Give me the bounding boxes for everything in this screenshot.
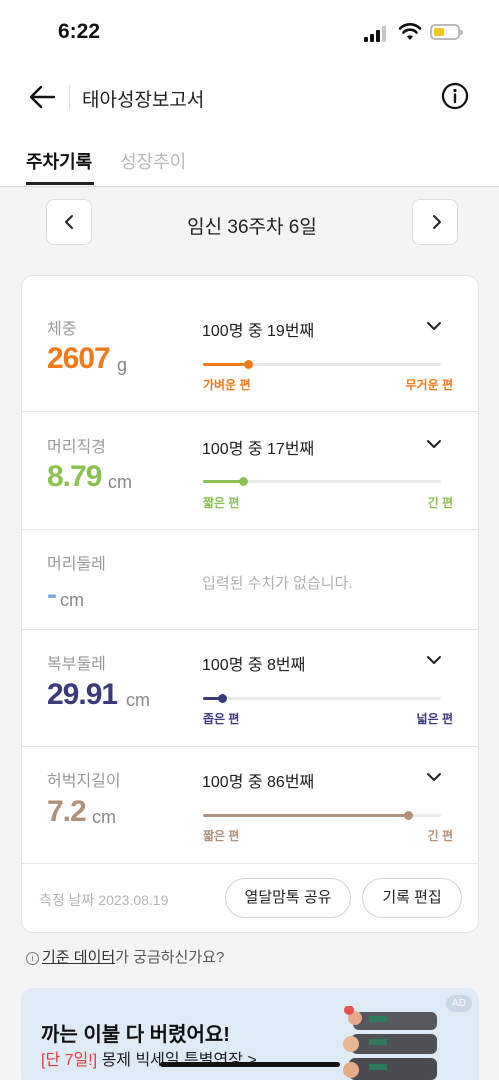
measurement-label: 머리직경 [47, 439, 106, 456]
reference-data-link[interactable]: i 기준 데이터가 궁금하신가요? [26, 946, 224, 967]
edit-record-button[interactable]: 기록 편집 [362, 878, 462, 918]
active-tab-indicator [26, 182, 94, 185]
measurement-label: 복부둘레 [47, 656, 106, 673]
mattress-image [343, 1006, 437, 1080]
scale-low-label: 좁은 편 [203, 712, 240, 726]
back-arrow-icon[interactable] [26, 80, 60, 114]
measurement-row-abdominal-circumference[interactable]: 복부둘레 29.91 cm 100명 중 8번째 좁은 편 넓은 편 [22, 630, 478, 747]
measurement-row-head-circumference[interactable]: 머리둘레 - cm 입력된 수치가 없습니다. [22, 530, 478, 630]
empty-value-message: 입력된 수치가 없습니다. [202, 575, 353, 592]
reference-data-link-text[interactable]: 기준 데이터 [42, 949, 115, 966]
info-small-icon: i [26, 952, 39, 965]
chevron-down-icon[interactable] [426, 321, 442, 331]
percentile-track [203, 811, 441, 820]
tab-bar: 주차기록 성장추이 [0, 128, 499, 187]
measurement-value: 8.79 [47, 460, 102, 493]
tab-weekly-record[interactable]: 주차기록 [26, 148, 92, 174]
status-bar: 6:22 [0, 0, 499, 66]
chevron-down-icon[interactable] [426, 772, 442, 782]
share-button[interactable]: 열달맘톡 공유 [225, 878, 351, 918]
percentile-track [203, 694, 441, 703]
scale-low-label: 짧은 편 [203, 829, 240, 843]
ad-title: 까는 이불 다 버렸어요! [41, 1024, 230, 1046]
wifi-icon [398, 23, 422, 40]
measurement-unit: cm [108, 472, 132, 492]
chevron-down-icon[interactable] [426, 439, 442, 449]
scale-high-label: 무거운 편 [405, 378, 454, 392]
measurement-row-head-diameter[interactable]: 머리직경 8.79 cm 100명 중 17번째 짧은 편 긴 편 [22, 412, 478, 530]
measurement-label: 머리둘레 [47, 556, 106, 573]
next-week-button[interactable] [412, 199, 458, 245]
percentile-track [203, 360, 441, 369]
ad-highlight: [단 7일!] [41, 1052, 98, 1069]
chevron-right-icon [433, 215, 441, 229]
percentile-rank: 100명 중 8번째 [202, 657, 306, 674]
scale-high-label: 넓은 편 [416, 712, 453, 726]
measurement-label: 허벅지길이 [47, 773, 121, 790]
measurement-value: 2607 [47, 342, 111, 375]
measurement-unit: cm [60, 590, 84, 610]
measurement-value: 7.2 [47, 795, 87, 828]
percentile-fill [203, 480, 244, 483]
measurement-row-thigh-length[interactable]: 허벅지길이 7.2 cm 100명 중 86번째 짧은 편 긴 편 [22, 747, 478, 864]
home-indicator [160, 1062, 340, 1067]
percentile-fill [203, 363, 249, 366]
signal-icon [364, 26, 390, 42]
app-header: 태아성장보고서 [0, 66, 499, 128]
measurement-unit: cm [126, 690, 150, 710]
percentile-rank: 100명 중 17번째 [202, 441, 315, 458]
growth-record-card: 체중 2607 g 100명 중 19번째 가벼운 편 무거운 편 머리직경 8… [21, 275, 479, 933]
reference-data-suffix: 가 궁금하신가요? [115, 949, 225, 966]
measurement-label: 체중 [47, 321, 77, 338]
measurement-unit: g [117, 355, 128, 375]
percentile-marker [403, 811, 413, 820]
percentile-marker [239, 477, 249, 486]
measurement-row-weight[interactable]: 체중 2607 g 100명 중 19번째 가벼운 편 무거운 편 [22, 294, 478, 412]
page-title: 태아성장보고서 [82, 90, 205, 111]
measurement-value: - [47, 578, 57, 611]
measurement-unit: cm [92, 807, 116, 827]
percentile-rank: 100명 중 19번째 [202, 323, 315, 340]
ad-badge: AD [446, 995, 472, 1012]
measurement-date: 측정 날짜 2023.08.19 [39, 892, 169, 908]
measurement-value: 29.91 [47, 678, 118, 711]
chevron-down-icon[interactable] [426, 655, 442, 665]
header-divider [69, 85, 70, 109]
status-time: 6:22 [58, 20, 101, 43]
info-icon[interactable] [441, 82, 469, 110]
week-label: 임신 36주차 6일 [187, 217, 317, 238]
percentile-fill [203, 814, 408, 817]
percentile-track [203, 477, 441, 486]
scale-high-label: 긴 편 [427, 496, 453, 510]
percentile-marker [244, 360, 254, 369]
scale-low-label: 짧은 편 [203, 496, 240, 510]
percentile-marker [218, 694, 228, 703]
tab-growth-trend[interactable]: 성장추이 [120, 148, 186, 174]
scale-low-label: 가벼운 편 [203, 378, 251, 392]
scale-high-label: 긴 편 [427, 829, 453, 843]
week-navigator: 임신 36주차 6일 [46, 199, 458, 247]
percentile-rank: 100명 중 86번째 [202, 774, 315, 791]
battery-icon [430, 24, 463, 40]
